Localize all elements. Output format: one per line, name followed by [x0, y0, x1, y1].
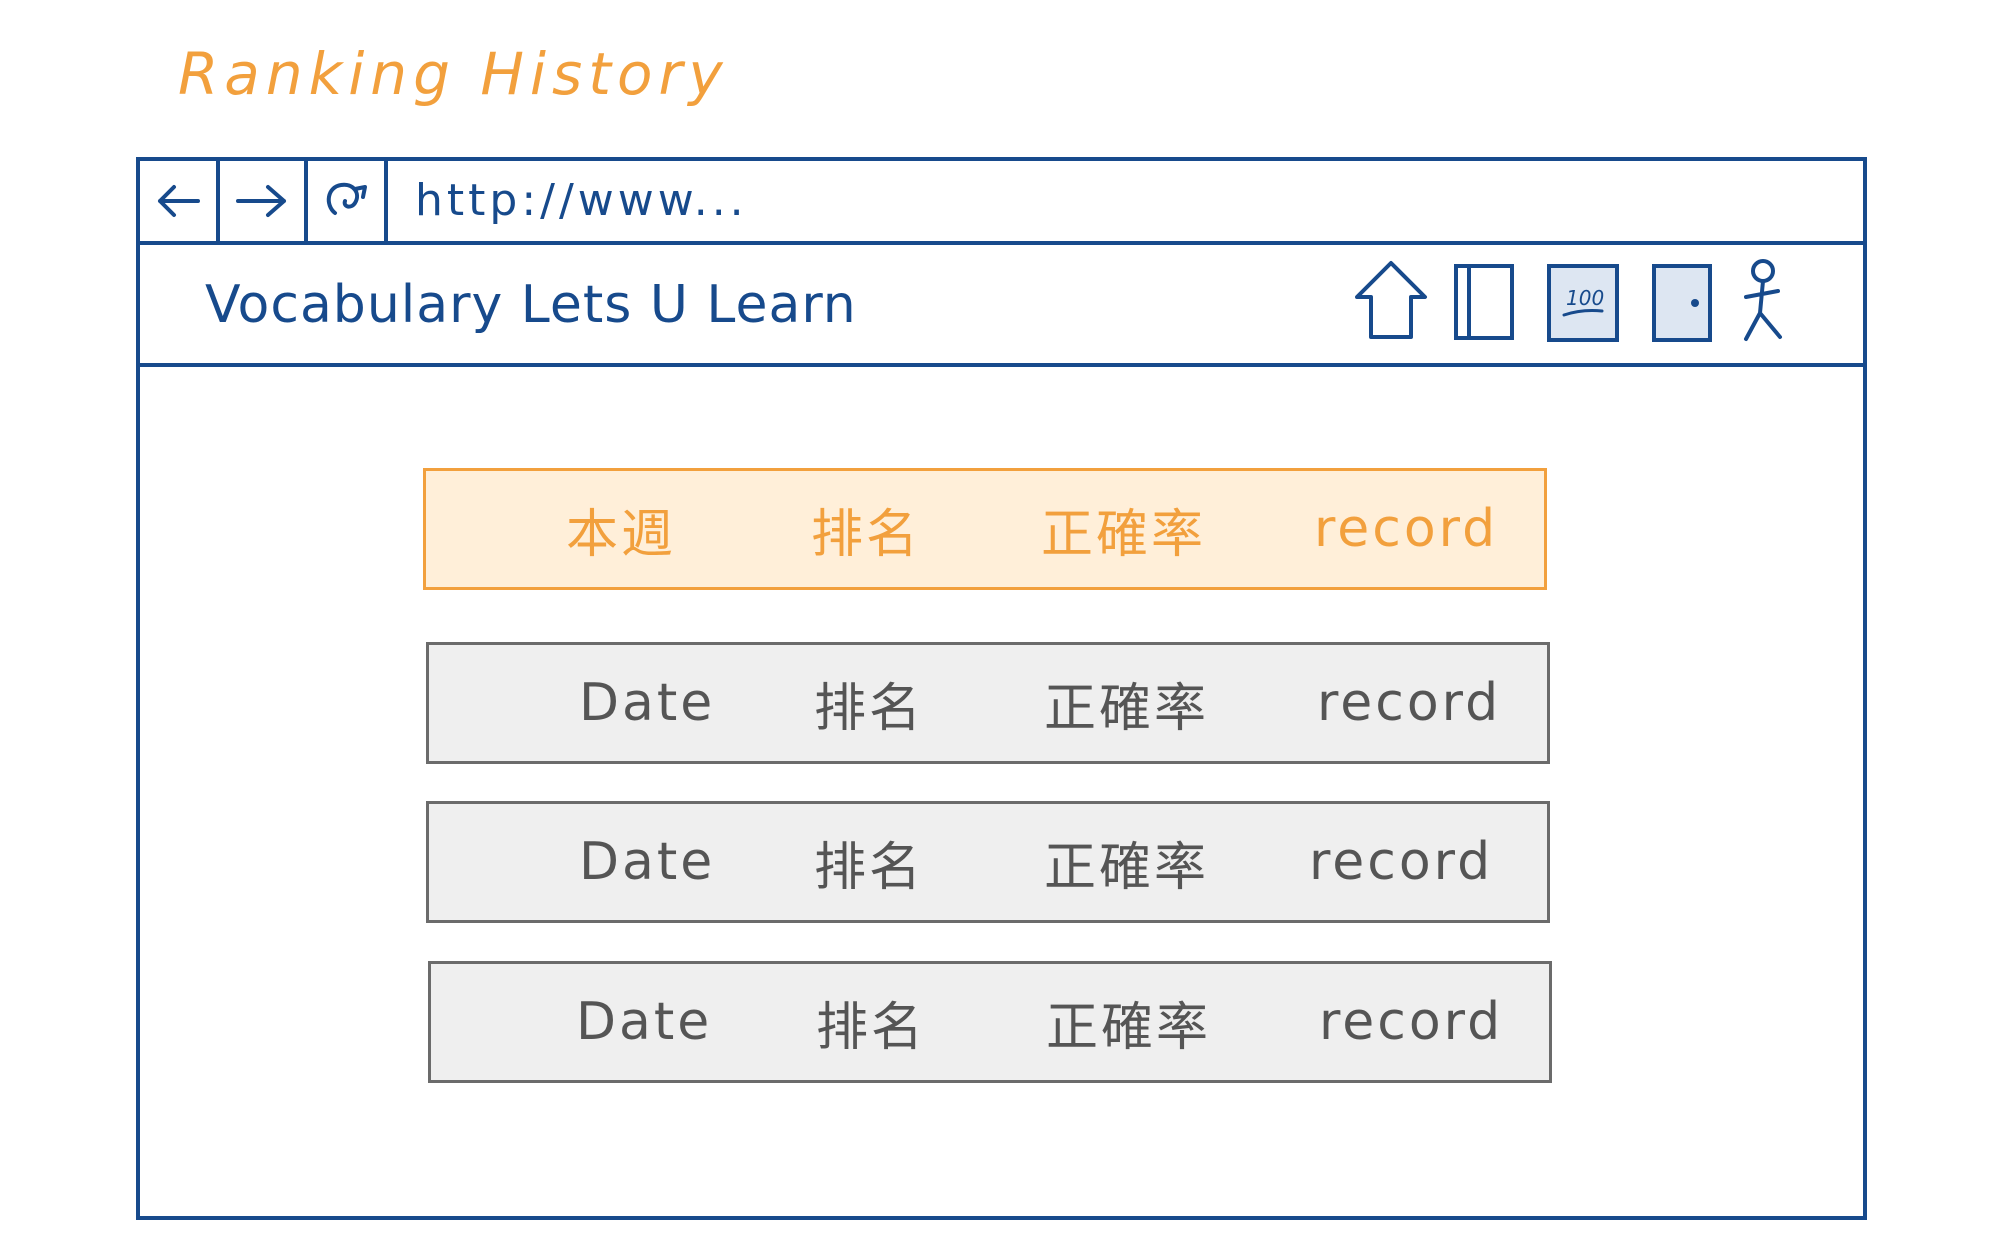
- row-accuracy: 正確率: [1044, 837, 1210, 898]
- profile-button[interactable]: [1738, 257, 1788, 345]
- back-button[interactable]: [140, 161, 220, 241]
- svg-text:100: 100: [1566, 286, 1604, 310]
- row-rank: 排名: [814, 678, 925, 739]
- row-accuracy: 正確率: [1046, 997, 1212, 1058]
- row-period: 本週: [566, 504, 677, 565]
- forward-button[interactable]: [220, 161, 308, 241]
- history-row[interactable]: Date 排名 正確率 record: [426, 801, 1550, 923]
- address-bar: http://www...: [140, 161, 1863, 245]
- row-rank: 排名: [814, 837, 925, 898]
- arrow-right-icon: [236, 185, 286, 217]
- refresh-button[interactable]: [308, 161, 388, 241]
- row-accuracy: 正確率: [1041, 504, 1207, 565]
- current-week-row[interactable]: 本週 排名 正確率 record: [423, 468, 1547, 590]
- logout-button[interactable]: [1651, 263, 1713, 343]
- row-record: record: [1319, 992, 1504, 1052]
- book-icon: [1454, 264, 1514, 340]
- row-rank: 排名: [816, 997, 927, 1058]
- home-icon: [1355, 261, 1427, 339]
- row-record: record: [1317, 673, 1502, 733]
- home-button[interactable]: [1353, 259, 1429, 341]
- score-icon: 100: [1547, 264, 1619, 342]
- app-header: Vocabulary Lets U Learn 100: [140, 245, 1863, 367]
- row-rank: 排名: [811, 504, 922, 565]
- row-record: record: [1309, 832, 1494, 892]
- row-accuracy: 正確率: [1044, 678, 1210, 739]
- row-record: record: [1314, 499, 1499, 559]
- vocabulary-book-button[interactable]: [1453, 263, 1515, 341]
- user-icon: [1744, 259, 1782, 341]
- refresh-icon: [326, 182, 367, 215]
- page-title: Ranking History: [178, 40, 729, 108]
- url-input[interactable]: http://www...: [415, 175, 748, 226]
- score-button[interactable]: 100: [1546, 263, 1620, 343]
- door-icon: [1652, 264, 1712, 342]
- history-row[interactable]: Date 排名 正確率 record: [428, 961, 1552, 1083]
- row-date: Date: [579, 832, 716, 892]
- app-logo-text: Vocabulary Lets U Learn: [205, 275, 857, 335]
- arrow-left-icon: [158, 185, 200, 217]
- row-date: Date: [579, 673, 716, 733]
- history-row[interactable]: Date 排名 正確率 record: [426, 642, 1550, 764]
- row-date: Date: [576, 992, 713, 1052]
